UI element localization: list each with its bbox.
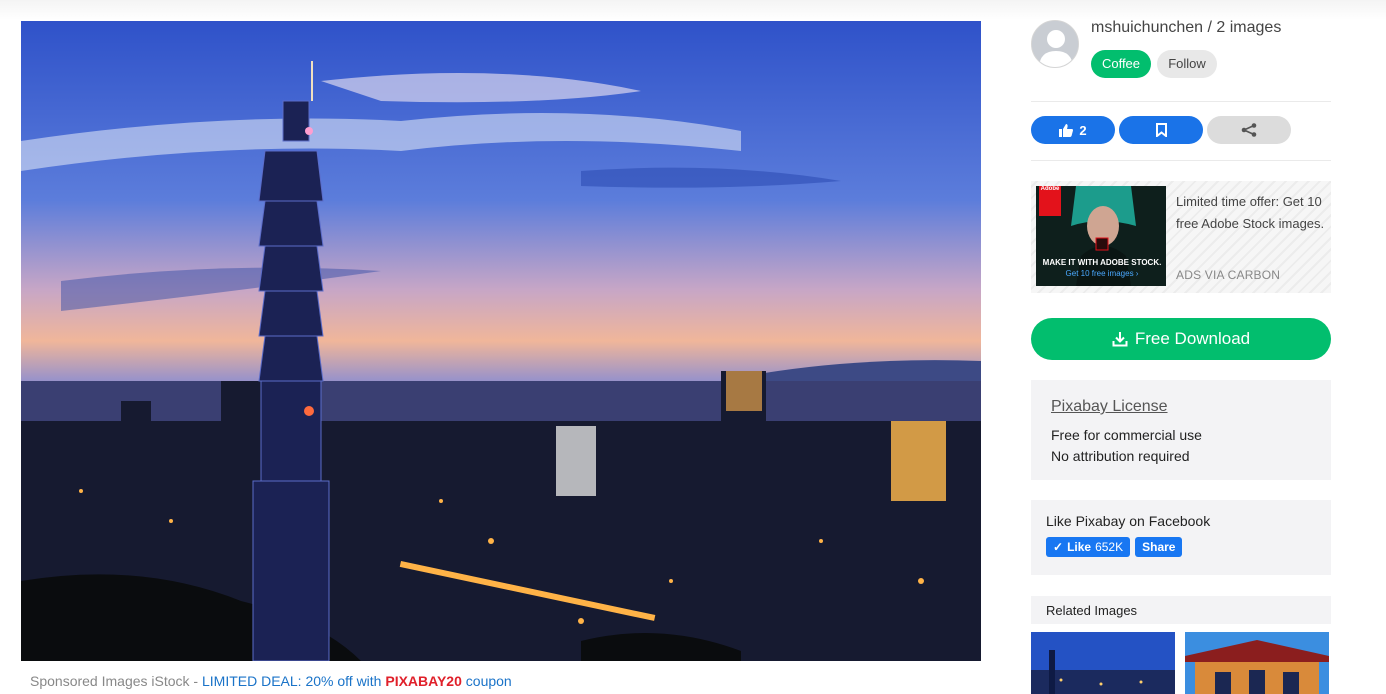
sponsored-images-bar: Sponsored Images iStock - LIMITED DEAL: … (30, 673, 512, 689)
main-photo[interactable] (21, 21, 981, 661)
divider (1031, 101, 1331, 102)
follow-button[interactable]: Follow (1157, 50, 1217, 78)
facebook-like-button[interactable]: ✓ Like 652K (1046, 537, 1131, 557)
related-image-thumbnail[interactable] (1031, 632, 1175, 694)
download-icon (1112, 332, 1128, 347)
free-download-button[interactable]: Free Download (1031, 318, 1331, 360)
facebook-share-button[interactable]: Share (1135, 537, 1183, 557)
facebook-box: Like Pixabay on Facebook ✓ Like 652K Sha… (1031, 500, 1331, 575)
adobe-logo: Adobe (1039, 186, 1061, 216)
check-icon: ✓ (1053, 540, 1064, 554)
sponsor-prefix: Sponsored Images iStock - (30, 673, 202, 689)
ad-subline[interactable]: Get 10 free images › (1040, 269, 1164, 278)
thumbs-up-icon (1059, 123, 1074, 137)
share-icon (1241, 123, 1257, 137)
ads-via-carbon[interactable]: ADS VIA CARBON (1176, 268, 1280, 282)
bookmark-button[interactable] (1119, 116, 1203, 144)
license-line-commercial: Free for commercial use (1051, 427, 1202, 443)
author-name-line[interactable]: mshuichunchen / 2 images (1091, 19, 1281, 37)
related-image-thumbnail[interactable] (1185, 632, 1329, 694)
license-line-attribution: No attribution required (1051, 448, 1190, 464)
license-box: Pixabay License Free for commercial use … (1031, 380, 1331, 480)
like-count: 2 (1079, 122, 1087, 138)
ad-tagline: MAKE IT WITH ADOBE STOCK. (1042, 258, 1162, 267)
share-button[interactable] (1207, 116, 1291, 144)
like-button[interactable]: 2 (1031, 116, 1115, 144)
license-link[interactable]: Pixabay License (1051, 398, 1311, 416)
sponsor-coupon-code[interactable]: PIXABAY20 (385, 673, 462, 689)
facebook-title: Like Pixabay on Facebook (1046, 513, 1211, 529)
ad-text[interactable]: Limited time offer: Get 10 free Adobe St… (1176, 191, 1326, 235)
ad-image[interactable]: Adobe MAKE IT WITH ADOBE STOCK. Get 10 f… (1036, 186, 1166, 286)
bookmark-icon (1155, 123, 1167, 137)
city-skyline-illustration (21, 21, 981, 661)
avatar[interactable] (1031, 20, 1079, 68)
related-images-header: Related Images (1031, 596, 1331, 624)
sponsor-coupon-suffix[interactable]: coupon (462, 673, 512, 689)
divider (1031, 160, 1331, 161)
coffee-button[interactable]: Coffee (1091, 50, 1151, 78)
related-thumb-1-illustration (1031, 632, 1175, 694)
facebook-like-label: Like (1067, 540, 1092, 554)
facebook-like-count: 652K (1095, 540, 1124, 554)
sponsor-deal-link[interactable]: LIMITED DEAL: 20% off with (202, 673, 385, 689)
related-thumb-2-illustration (1185, 632, 1329, 694)
download-label: Free Download (1134, 329, 1251, 348)
sidebar: mshuichunchen / 2 images Coffee Follow 2 (1031, 0, 1331, 694)
carbon-ad[interactable]: Adobe MAKE IT WITH ADOBE STOCK. Get 10 f… (1031, 181, 1331, 293)
user-silhouette-icon (1032, 21, 1078, 67)
